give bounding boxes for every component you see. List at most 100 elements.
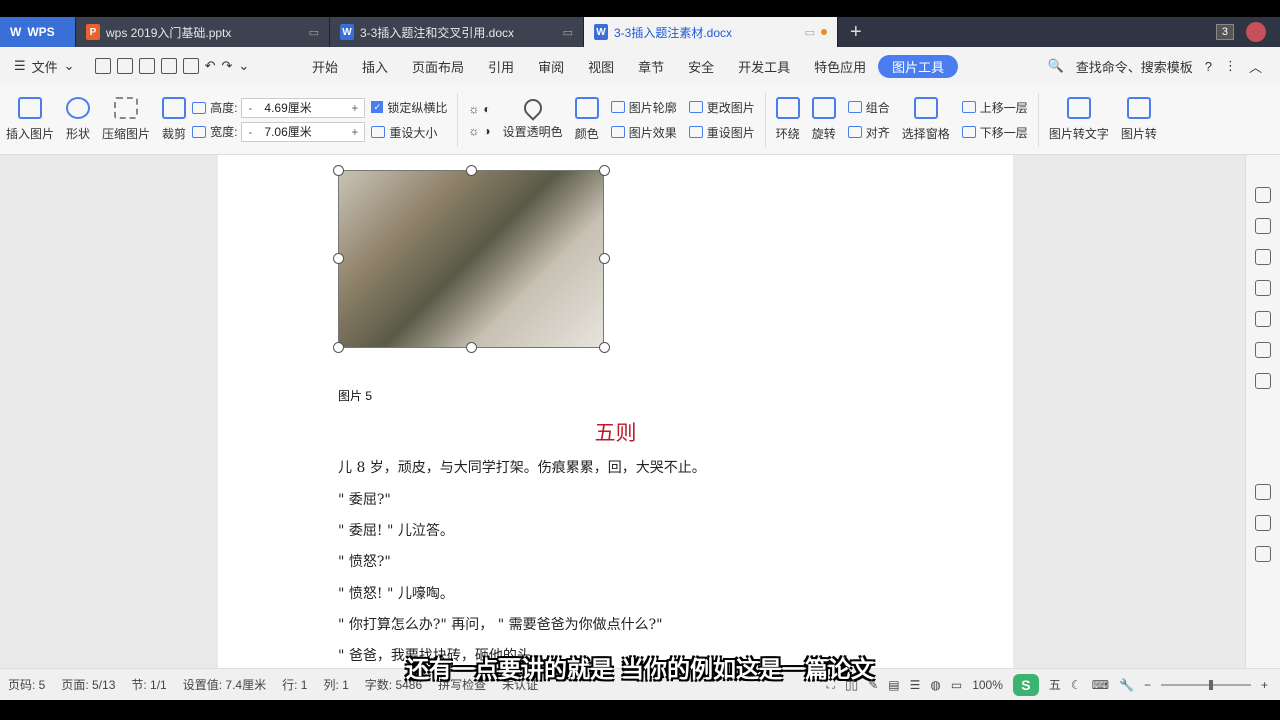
- paragraph[interactable]: " 委屈?": [338, 489, 391, 509]
- new-doc-icon[interactable]: [94, 58, 111, 74]
- paragraph[interactable]: " 委屈! " 儿泣答。: [338, 520, 454, 540]
- rotate-button[interactable]: 旋转: [806, 90, 842, 150]
- selection-pane-button[interactable]: 选择窗格: [896, 90, 956, 150]
- height-spinner[interactable]: - 4.69厘米 +: [241, 97, 366, 118]
- tab-wps-home[interactable]: W WPS: [0, 17, 76, 47]
- shield-icon[interactable]: [1255, 515, 1271, 531]
- brightness-down-button[interactable]: ☼ ◑: [468, 124, 490, 138]
- resize-handle[interactable]: [599, 165, 610, 176]
- window-icon[interactable]: ▭: [805, 26, 815, 39]
- format-painter-icon[interactable]: [138, 58, 155, 74]
- search-icon[interactable]: 🔍: [1048, 58, 1064, 74]
- menu-picture-tools[interactable]: 图片工具: [878, 54, 959, 78]
- window-icon[interactable]: ▭: [309, 26, 319, 39]
- resize-handle[interactable]: [333, 342, 344, 353]
- width-spinner[interactable]: - 7.06厘米 +: [241, 121, 366, 142]
- print-preview-icon[interactable]: [182, 58, 199, 74]
- menu-chapter[interactable]: 章节: [626, 57, 676, 76]
- redo-icon[interactable]: ↷: [221, 58, 232, 74]
- tab-docx-crossref[interactable]: W 3-3插入题注和交叉引用.docx ▭: [330, 17, 584, 47]
- avatar[interactable]: [1246, 22, 1266, 42]
- picture-caption[interactable]: 图片 5: [338, 387, 372, 404]
- contrast-icon[interactable]: ◑: [483, 124, 490, 138]
- shapes-icon[interactable]: [1255, 249, 1271, 265]
- insert-picture-button[interactable]: 插入图片: [0, 90, 60, 150]
- menu-review[interactable]: 审阅: [526, 57, 576, 76]
- menu-security[interactable]: 安全: [676, 57, 726, 76]
- new-tab-button[interactable]: +: [838, 17, 874, 47]
- wrap-button[interactable]: 环绕: [770, 90, 806, 150]
- brightness-up-button[interactable]: ☼ ◐: [468, 102, 490, 116]
- compress-picture-button[interactable]: 压缩图片: [96, 90, 156, 150]
- window-count-badge[interactable]: 3: [1215, 24, 1234, 40]
- pointer-icon[interactable]: [1255, 218, 1271, 234]
- menu-developer[interactable]: 开发工具: [726, 57, 802, 76]
- picture-icon[interactable]: [1255, 484, 1271, 500]
- tab-pptx[interactable]: P wps 2019入门基础.pptx ▭: [76, 17, 330, 47]
- star-icon[interactable]: [1255, 342, 1271, 358]
- resize-handle[interactable]: [599, 342, 610, 353]
- width-value[interactable]: 7.06厘米: [258, 123, 345, 140]
- pic-convert-button[interactable]: 图片转: [1115, 90, 1163, 150]
- menu-view[interactable]: 视图: [576, 57, 626, 76]
- picture-outline-button[interactable]: 图片轮廓: [610, 99, 677, 116]
- menu-insert[interactable]: 插入: [350, 57, 400, 76]
- lock-ratio-checkbox[interactable]: ✓ 锁定纵横比: [371, 99, 447, 116]
- pic-to-text-button[interactable]: 图片转文字: [1043, 90, 1115, 150]
- resize-handle[interactable]: [333, 165, 344, 176]
- reset-size-button[interactable]: 重设大小: [371, 124, 447, 141]
- crop-button[interactable]: 裁剪: [156, 90, 192, 150]
- chevron-down-icon[interactable]: ⌄: [64, 58, 75, 74]
- send-backward-button[interactable]: 下移一层: [961, 124, 1028, 141]
- height-value[interactable]: 4.69厘米: [258, 99, 345, 116]
- settings-sliders-icon[interactable]: [1255, 280, 1271, 296]
- paragraph[interactable]: 儿 8 岁，顽皮，与大同学打架。伤痕累累，回，大哭不止。: [338, 457, 706, 477]
- file-menu[interactable]: 文件: [32, 57, 58, 76]
- bring-forward-button[interactable]: 上移一层: [961, 99, 1028, 116]
- paragraph[interactable]: " 愤怒! " 儿嚎啕。: [338, 583, 454, 603]
- decrease-icon[interactable]: -: [242, 125, 258, 139]
- collapse-ribbon-icon[interactable]: ︿: [1249, 57, 1262, 76]
- help-icon[interactable]: [1255, 546, 1271, 562]
- paragraph[interactable]: " 愤怒?": [338, 551, 391, 571]
- selected-picture[interactable]: [333, 165, 610, 353]
- print-icon[interactable]: [160, 58, 177, 74]
- paragraph[interactable]: " 你打算怎么办?" 再问， " 需要爸爸为你做点什么?": [338, 614, 663, 634]
- shape-button[interactable]: 形状: [60, 90, 96, 150]
- ribbon: 插入图片 形状 压缩图片 裁剪 高度: - 4.69厘米 + 宽度: - 7.0…: [0, 85, 1280, 155]
- resize-handle[interactable]: [599, 253, 610, 264]
- menu-start[interactable]: 开始: [300, 57, 350, 76]
- resize-handle[interactable]: [466, 342, 477, 353]
- change-picture-icon: [688, 101, 703, 113]
- hamburger-icon[interactable]: ☰: [14, 58, 26, 74]
- set-transparent-button[interactable]: 设置透明色: [497, 90, 569, 150]
- increase-icon[interactable]: +: [345, 101, 364, 115]
- increase-icon[interactable]: +: [345, 125, 364, 139]
- group-button[interactable]: 组合: [847, 99, 890, 116]
- align-button[interactable]: 对齐: [847, 124, 890, 141]
- menu-page-layout[interactable]: 页面布局: [400, 57, 476, 76]
- resize-handle[interactable]: [466, 165, 477, 176]
- contrast-icon[interactable]: ◐: [483, 102, 490, 116]
- color-button[interactable]: 颜色: [569, 90, 605, 150]
- resize-handle[interactable]: [333, 253, 344, 264]
- more-icon[interactable]: ⌄: [238, 58, 249, 74]
- save-icon[interactable]: [116, 58, 133, 74]
- more-dots-icon[interactable]: ⋮: [1224, 58, 1237, 74]
- command-search[interactable]: 查找命令、搜索模板: [1076, 57, 1193, 76]
- share-icon[interactable]: [1255, 373, 1271, 389]
- menu-references[interactable]: 引用: [476, 57, 526, 76]
- window-icon[interactable]: ▭: [563, 26, 573, 39]
- reset-picture-button[interactable]: 重设图片: [688, 124, 755, 141]
- undo-icon[interactable]: ↶: [205, 58, 216, 74]
- section-heading[interactable]: 五则: [218, 417, 1013, 447]
- document-page[interactable]: 图片 5 五则 儿 8 岁，顽皮，与大同学打架。伤痕累累，回，大哭不止。 " 委…: [218, 155, 1013, 668]
- gallery-icon[interactable]: [1255, 311, 1271, 327]
- decrease-icon[interactable]: -: [242, 101, 258, 115]
- help-icon[interactable]: ?: [1205, 59, 1212, 74]
- menu-special[interactable]: 特色应用: [802, 57, 878, 76]
- tab-docx-material[interactable]: W 3-3插入题注素材.docx ▭: [584, 17, 838, 47]
- picture-effect-button[interactable]: 图片效果: [610, 124, 677, 141]
- edit-icon[interactable]: [1255, 187, 1271, 203]
- change-picture-button[interactable]: 更改图片: [688, 99, 755, 116]
